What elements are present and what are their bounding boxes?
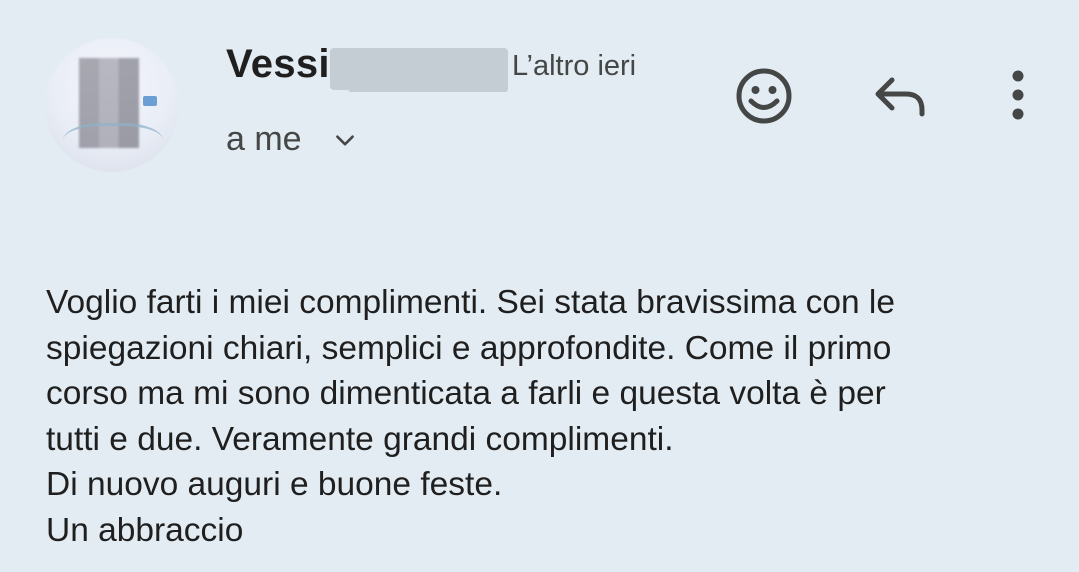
sender-avatar[interactable] xyxy=(45,38,179,172)
avatar-accent-shape xyxy=(143,96,157,106)
emoji-reaction-icon[interactable] xyxy=(732,64,796,128)
chevron-down-icon[interactable] xyxy=(332,128,358,154)
avatar-background-shape xyxy=(63,123,163,166)
reply-icon[interactable] xyxy=(868,64,932,128)
message-body-line: Di nuovo auguri e buone feste. xyxy=(46,466,503,503)
message-body-line: Un abbraccio xyxy=(46,511,244,549)
message-timestamp: L’altro ieri xyxy=(512,50,637,82)
recipient-label[interactable]: a me xyxy=(226,120,302,159)
message-body: Voglio farti i miei complimenti. Sei sta… xyxy=(46,280,1056,553)
message-body-line: spiegazioni chiari, semplici e approfond… xyxy=(46,329,892,367)
sender-name[interactable]: Vessi xyxy=(226,42,330,87)
more-vert-icon[interactable] xyxy=(986,64,1050,128)
message-body-line: tutti e due. Veramente grandi compliment… xyxy=(46,420,674,458)
message-body-line: corso ma mi sono dimenticata a farli e q… xyxy=(46,375,886,412)
redacted-sender-surname xyxy=(330,48,508,92)
message-body-line: Voglio farti i miei complimenti. Sei sta… xyxy=(46,284,895,321)
